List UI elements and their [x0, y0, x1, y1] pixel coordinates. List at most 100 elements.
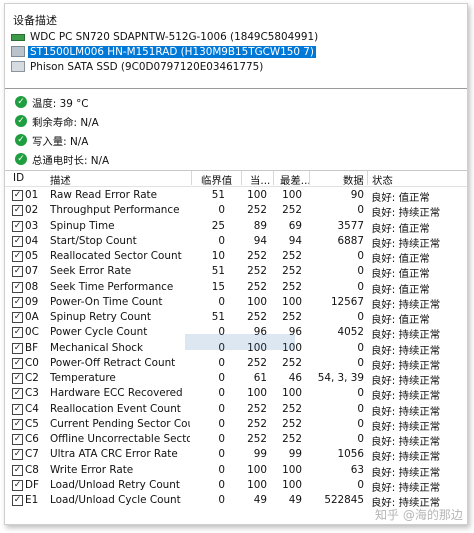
device-item-wdc[interactable]: WDC PC SN720 SDAPNTW-512G-1006 (1849C580…	[11, 29, 320, 44]
row-description: Reallocation Event Count	[50, 402, 181, 415]
table-row[interactable]: ✓ DF Load/Unload Retry Count 0 100 100 0 良好: 持续…	[5, 478, 467, 494]
header-id[interactable]: ID	[13, 172, 24, 184]
device-item-phison[interactable]: Phison SATA SSD (9C0D0797120E03461775)	[11, 59, 265, 74]
row-checkbox[interactable]: ✓	[12, 449, 23, 461]
ssd-drive-icon	[11, 61, 25, 72]
row-threshold: 0	[218, 417, 225, 430]
row-checkbox[interactable]: ✓	[12, 205, 23, 217]
row-checkbox[interactable]: ✓	[12, 373, 23, 384]
table-row[interactable]: ✓C6 Offline Uncorrectable Sector Co... 0 25…	[5, 432, 467, 448]
table-row[interactable]: ✓ 0A Spinup Retry Count 51 252 252 0 良好: 值正常	[5, 310, 467, 326]
column-divider[interactable]	[191, 171, 192, 185]
table-header: ID 描述 临界值 当... 最差... 数据 状态	[5, 170, 467, 187]
row-checkbox[interactable]: ✓	[12, 327, 23, 339]
table-row[interactable]: ✓ 04 Start/Stop Count 0 94 94 6887 良好: 持续正常	[5, 234, 467, 250]
row-description: Ultra ATA CRC Error Rate	[50, 448, 178, 461]
row-checkbox[interactable]: ✓	[12, 495, 23, 506]
row-checkbox[interactable]: ✓	[12, 403, 23, 415]
row-raw-data: 63	[350, 463, 364, 476]
table-row[interactable]: ✓ 08 Seek Time Performance 15 252 252 0 良好: 值正常	[5, 280, 467, 296]
row-description: Offline Uncorrectable Sector Co...	[50, 433, 190, 445]
row-worst: 252	[282, 433, 302, 445]
table-row[interactable]: ✓ C8 Write Error Rate 0 100 100 63 良好: 持续正常	[5, 463, 467, 479]
header-status[interactable]: 状态	[372, 172, 393, 187]
row-checkbox[interactable]: ✓	[12, 357, 23, 369]
row-checkbox[interactable]: ✓	[12, 251, 23, 262]
row-checkbox[interactable]: ✓	[12, 464, 23, 476]
row-checkbox[interactable]: ✓	[12, 296, 23, 308]
row-status: 良好: 持续正常	[371, 390, 441, 403]
table-row[interactable]: ✓ 02 Throughput Performance 0 252 252 0 良好: 持续正…	[5, 203, 467, 219]
row-raw-data: 1056	[337, 448, 364, 461]
row-raw-data: 4052	[337, 326, 364, 339]
row-description: Seek Time Performance	[50, 280, 174, 293]
row-checkbox[interactable]: ✓	[12, 235, 23, 247]
device-item-st1500[interactable]: ST1500LM006 HN-M151RAD (H130M9B15TGCW150…	[11, 44, 316, 59]
row-id: 05	[25, 250, 39, 262]
table-row[interactable]: ✓ 07 Seek Error Rate 51 252 252 0 良好: 值正常	[5, 264, 467, 280]
row-id: BF	[25, 341, 39, 354]
table-row[interactable]: ✓ C3 Hardware ECC Recovered 0 100 100 0 良好: 持续正…	[5, 386, 467, 403]
row-raw-data: 0	[357, 402, 364, 415]
row-checkbox[interactable]: ✓	[12, 388, 23, 400]
watermark-text: 知乎 @海的那边	[375, 508, 463, 522]
table-row[interactable]: ✓ C4 Reallocation Event Count 0 252 252 0 良好: 持…	[5, 402, 467, 418]
row-raw-data: 0	[357, 311, 364, 323]
status-temperature: ✓ 温度: 39 °C	[15, 93, 89, 111]
header-worst[interactable]: 最差...	[280, 172, 311, 187]
row-id: DF	[25, 478, 39, 491]
row-worst: 252	[282, 417, 302, 430]
row-status: 良好: 持续正常	[371, 298, 441, 311]
table-row[interactable]: ✓ C0 Power-Off Retract Count 0 252 252 0 良好: 持续…	[5, 356, 467, 372]
row-description: Write Error Rate	[50, 463, 134, 476]
table-row[interactable]: ✓ C2 Temperature 0 61 46 54, 3, 39 良好: 持续正常	[5, 371, 467, 387]
column-divider[interactable]	[273, 171, 274, 185]
column-divider[interactable]	[367, 171, 368, 185]
row-threshold: 0	[218, 448, 225, 461]
row-description: Current Pending Sector Count	[50, 417, 190, 430]
row-description: Load/Unload Cycle Count	[50, 494, 181, 506]
table-row[interactable]: ✓ 09 Power-On Time Count 0 100 100 12567 良好: 持续…	[5, 295, 467, 311]
row-threshold: 0	[218, 433, 225, 445]
row-checkbox[interactable]: ✓	[12, 418, 23, 430]
row-checkbox[interactable]: ✓	[12, 479, 23, 491]
row-worst: 100	[282, 478, 302, 491]
row-checkbox[interactable]: ✓	[12, 266, 23, 278]
row-worst: 100	[282, 387, 302, 400]
row-threshold: 0	[218, 494, 225, 506]
header-description[interactable]: 描述	[50, 172, 71, 187]
row-current: 252	[247, 433, 267, 445]
table-row[interactable]: ✓ 03 Spinup Time 25 89 69 3577 良好: 值正常	[5, 219, 467, 235]
header-current[interactable]: 当...	[250, 172, 270, 187]
table-row[interactable]: ✓ C7 Ultra ATA CRC Error Rate 0 99 99 1056 良好: …	[5, 447, 467, 463]
status-label: 温度: 39 °C	[32, 97, 89, 110]
row-checkbox[interactable]: ✓	[12, 312, 23, 323]
row-checkbox[interactable]: ✓	[12, 220, 23, 232]
row-threshold: 51	[211, 311, 225, 323]
row-worst: 252	[282, 265, 302, 278]
row-checkbox[interactable]: ✓	[12, 434, 23, 445]
row-current: 252	[247, 280, 267, 293]
row-checkbox[interactable]: ✓	[12, 190, 23, 201]
row-status: 良好: 值正常	[371, 222, 430, 235]
row-id: C8	[25, 463, 39, 476]
row-raw-data: 12567	[330, 295, 364, 308]
header-threshold[interactable]: 临界值	[201, 172, 232, 187]
column-divider[interactable]	[241, 171, 242, 185]
row-status: 良好: 持续正常	[371, 405, 441, 418]
row-checkbox[interactable]: ✓	[12, 281, 23, 293]
row-checkbox[interactable]: ✓	[12, 342, 23, 354]
row-description: Temperature	[50, 372, 116, 384]
table-row[interactable]: ✓ C5 Current Pending Sector Count 0 252 252 0 良…	[5, 417, 467, 433]
row-id: E1	[25, 494, 39, 506]
row-id: 07	[25, 265, 39, 278]
header-raw[interactable]: 数据	[343, 172, 364, 187]
row-raw-data: 522845	[324, 494, 364, 506]
row-threshold: 0	[218, 234, 225, 247]
column-divider[interactable]	[309, 171, 310, 185]
row-raw-data: 0	[357, 417, 364, 430]
row-worst: 100	[282, 295, 302, 308]
table-row[interactable]: ✓ 05 Reallocated Sector Count 10 252 252 0 良好: …	[5, 249, 467, 265]
table-row[interactable]: ✓ 01 Raw Read Error Rate 51 100 100 90 良好: 值正常	[5, 188, 467, 204]
row-current: 99	[253, 448, 267, 461]
